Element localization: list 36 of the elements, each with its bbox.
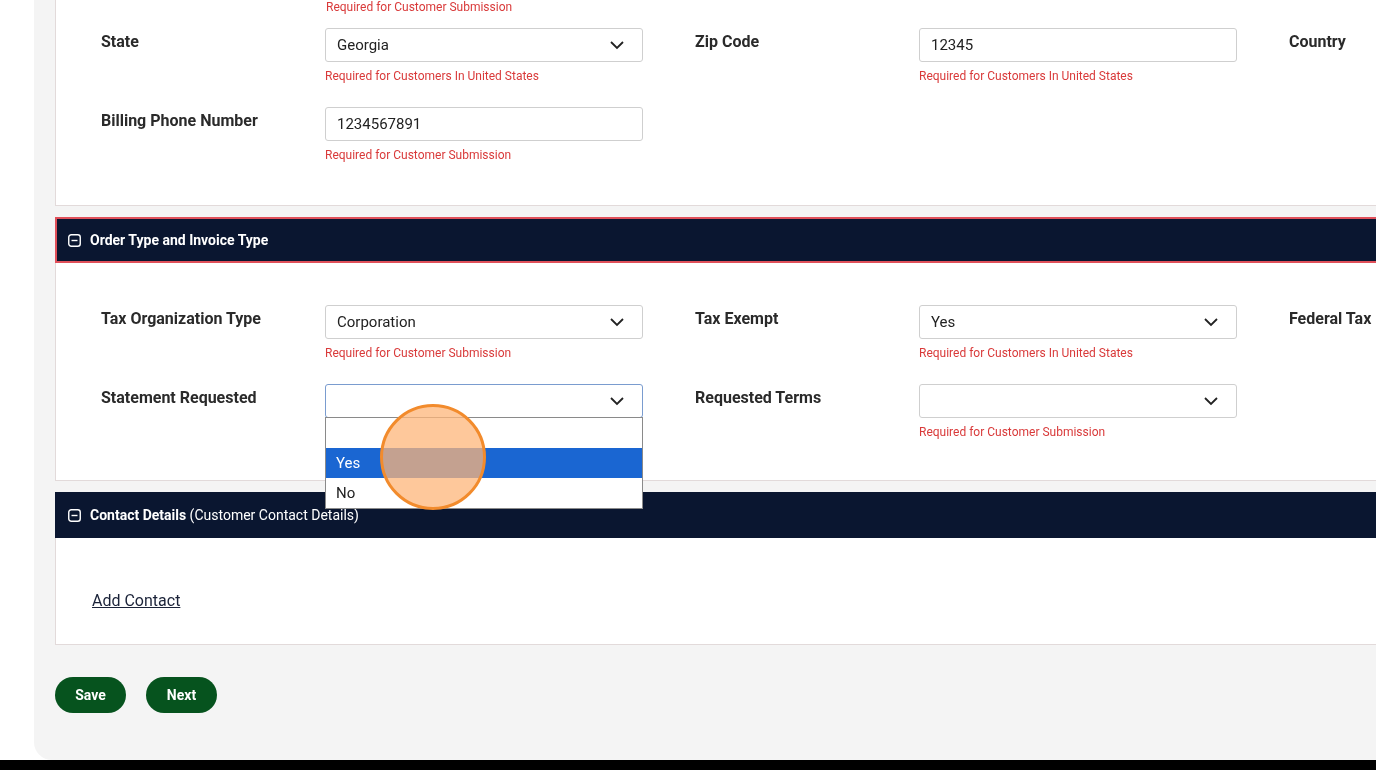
field-label: Billing Phone Number bbox=[101, 110, 259, 132]
field-label: Tax Exempt bbox=[695, 308, 780, 330]
field-label: Statement Requested bbox=[101, 387, 258, 409]
select-field[interactable] bbox=[919, 384, 1237, 418]
required-hint: Required for Customers In United States bbox=[325, 68, 540, 85]
select-field[interactable]: Yes bbox=[919, 305, 1237, 339]
add-contact-link[interactable]: Add Contact bbox=[92, 589, 181, 613]
field-label: State bbox=[101, 31, 140, 53]
chevron-down-icon bbox=[609, 40, 625, 50]
field-label: Country bbox=[1289, 31, 1347, 53]
select-field[interactable] bbox=[325, 384, 643, 418]
required-hint: Required for Customer Submission bbox=[326, 0, 514, 14]
chevron-down-icon bbox=[1203, 396, 1219, 406]
required-hint: Required for Customer Submission bbox=[325, 345, 513, 362]
input-field[interactable]: 1234567891 bbox=[325, 107, 643, 141]
field-label: Tax Organization Type bbox=[101, 308, 262, 330]
required-hint: Required for Customers In United States bbox=[919, 345, 1134, 362]
chevron-down-icon bbox=[609, 396, 625, 406]
required-hint: Required for Customer Submission bbox=[919, 424, 1107, 441]
select-field[interactable]: Corporation bbox=[325, 305, 643, 339]
section-header[interactable]: Order Type and Invoice Type bbox=[55, 217, 1376, 263]
field-label: Requested Terms bbox=[695, 387, 823, 409]
chevron-down-icon bbox=[609, 317, 625, 327]
input-field[interactable]: 12345 bbox=[919, 28, 1237, 62]
required-hint: Required for Customer Submission bbox=[325, 147, 513, 164]
section-title: Contact Details (Customer Contact Details) bbox=[90, 505, 359, 526]
required-hint: Required for Customers In United States bbox=[919, 68, 1134, 85]
collapse-icon bbox=[68, 233, 81, 247]
field-label: Federal Tax bbox=[1289, 308, 1373, 330]
collapse-icon bbox=[68, 508, 81, 522]
select-field[interactable]: Georgia bbox=[325, 28, 643, 62]
action-button[interactable]: Save bbox=[55, 677, 126, 713]
chevron-down-icon bbox=[1203, 317, 1219, 327]
action-button[interactable]: Next bbox=[146, 677, 217, 713]
field-label: Zip Code bbox=[695, 31, 761, 53]
section-title: Order Type and Invoice Type bbox=[90, 230, 269, 250]
